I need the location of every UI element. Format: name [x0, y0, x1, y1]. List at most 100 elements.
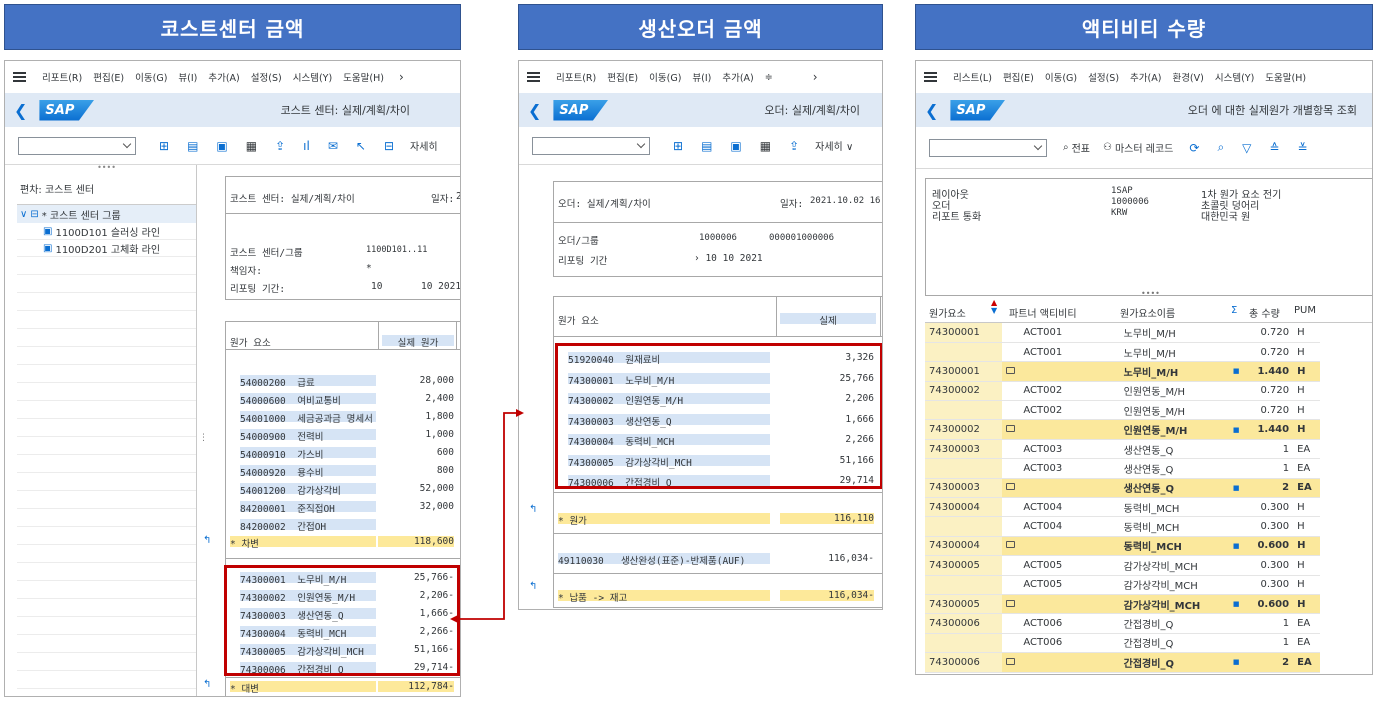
expand-icon[interactable]: ↰	[203, 679, 211, 690]
expand-icon[interactable]: ↰	[529, 581, 537, 592]
hierarchy-icon[interactable]: ▣	[730, 139, 741, 153]
expand-icon[interactable]: ↰	[203, 535, 211, 546]
table-row[interactable]: 74300006 간접경비_Q ■ 2 EA	[925, 652, 1320, 673]
cost-row-label[interactable]: 84200001 준직접OH	[240, 501, 376, 515]
document-button[interactable]: 전표	[1072, 140, 1090, 155]
search-icon[interactable]: ⌕	[1063, 142, 1069, 153]
master-record-button[interactable]: 마스터 레코드	[1115, 140, 1173, 155]
more-button[interactable]: 자세히	[410, 138, 438, 153]
menu-item[interactable]: 시스템(Y)	[1215, 70, 1254, 84]
table-row[interactable]: 74300005 ACT005 감가상각비_MCH 0.300 H	[925, 555, 1320, 576]
menu-item[interactable]: 리포트(R)	[42, 70, 82, 84]
expand-icon[interactable]: ↰	[529, 504, 537, 515]
subtotal-icon[interactable]	[1006, 366, 1016, 374]
cost-row-label[interactable]: 54000900 전력비	[240, 429, 376, 443]
sort-ascending-icon[interactable]: ≙	[1269, 141, 1279, 155]
vertical-splitter[interactable]: ⋮	[199, 433, 208, 443]
refresh-icon[interactable]: ⟳	[1189, 141, 1199, 155]
cost-row-label[interactable]: 54000600 여비교통비	[240, 393, 376, 407]
table-row[interactable]: ACT005 감가상각비_MCH 0.300 H	[925, 575, 1320, 595]
table-row[interactable]: ACT006 간접경비_Q 1 EA	[925, 633, 1320, 654]
cost-row-label[interactable]: 54000920 용수비	[240, 465, 376, 479]
splitter-handle[interactable]: ••••	[17, 164, 196, 173]
subtotal-icon[interactable]	[1006, 599, 1016, 607]
order-group-from[interactable]: 1000006	[699, 233, 737, 244]
chevron-right-icon[interactable]: ›	[813, 70, 818, 84]
tree-item[interactable]: ▣ 1100D101 슬러싱 라인	[17, 223, 196, 240]
variant-select[interactable]	[929, 138, 1047, 157]
menu-item[interactable]: 환경(V)	[1172, 70, 1203, 84]
grid-icon[interactable]: ▦	[760, 139, 771, 153]
grid-icon[interactable]: ▦	[246, 139, 257, 153]
table-row[interactable]: 74300004 동력비_MCH ■ 0.600 H	[925, 536, 1320, 557]
menu-item[interactable]: 뷰(I)	[178, 70, 197, 84]
order-group-to[interactable]: 000001000006	[769, 233, 834, 244]
table-row[interactable]: ACT003 생산연동_Q 1 EA	[925, 458, 1320, 479]
more-button[interactable]: 자세히 ∨	[815, 138, 853, 153]
menu-item[interactable]: 편집(E)	[607, 70, 638, 84]
menu-item[interactable]: 도움말(H)	[1265, 70, 1306, 84]
menu-item[interactable]: 추가(A)	[1130, 70, 1161, 84]
export-icon[interactable]: ⇪	[789, 139, 799, 153]
document-icon[interactable]: ▤	[701, 139, 712, 153]
col-cost-element-name[interactable]: 원가요소이름	[1120, 305, 1175, 320]
menu-icon[interactable]	[13, 72, 26, 82]
cursor-icon[interactable]: ↖	[356, 139, 366, 153]
chart-icon[interactable]: ıl	[303, 139, 310, 153]
menu-item[interactable]: 리포트(R)	[556, 70, 596, 84]
table-row[interactable]: ACT001 노무비_M/H 0.720 H	[925, 342, 1320, 363]
tree-icon[interactable]: ⊞	[159, 139, 169, 153]
export-icon[interactable]: ⇪	[275, 139, 285, 153]
subtotal-icon[interactable]	[1006, 657, 1016, 665]
variant-select[interactable]	[532, 136, 650, 155]
menu-icon[interactable]	[924, 72, 937, 82]
table-row[interactable]: ACT002 인원연동_M/H 0.720 H	[925, 400, 1320, 421]
mail-icon[interactable]: ✉	[328, 139, 338, 153]
menu-item[interactable]: 추가(A)	[722, 70, 753, 84]
filter-icon[interactable]: ▽	[1242, 141, 1251, 155]
subtotal-icon[interactable]	[1006, 483, 1016, 491]
tree-root[interactable]: ∨ ⊟ * 코스트 센터 그룹	[17, 205, 196, 223]
col-cost-element[interactable]: 원가요소	[929, 305, 966, 320]
cost-row-label[interactable]: 54001200 감가상각비	[240, 483, 376, 497]
menu-item[interactable]: 도움말(H)	[343, 70, 384, 84]
col-partner-activity[interactable]: 파트너 액티비티	[1009, 305, 1077, 320]
menu-item[interactable]: 뷰(I)	[692, 70, 711, 84]
table-row[interactable]: 74300003 생산연동_Q ■ 2 EA	[925, 478, 1320, 499]
chevron-down-icon[interactable]: ∨	[20, 209, 27, 220]
cost-row-label[interactable]: 54000200 급료	[240, 375, 376, 389]
col-pum[interactable]: PUM	[1294, 305, 1316, 316]
variant-select[interactable]	[18, 136, 136, 155]
subtotal-icon[interactable]	[1006, 425, 1016, 433]
cost-row-label[interactable]: 84200002 간접OH	[240, 519, 376, 533]
menu-item[interactable]: 이동(G)	[135, 70, 167, 84]
chevron-right-icon[interactable]: ›	[399, 70, 404, 84]
col-total-qty[interactable]: 총 수량	[1249, 305, 1280, 320]
table-row[interactable]: 74300002 ACT002 인원연동_M/H 0.720 H	[925, 381, 1320, 402]
cost-row-label[interactable]: 54001000 세금공과금 명세서	[240, 411, 376, 425]
menu-item[interactable]: 편집(E)	[1003, 70, 1034, 84]
table-row[interactable]: 74300002 인원연동_M/H ■ 1.440 H	[925, 419, 1320, 440]
table-row[interactable]: 74300001 노무비_M/H ■ 1.440 H	[925, 361, 1320, 382]
cost-row-label[interactable]: 54000910 가스비	[240, 447, 376, 461]
menu-item[interactable]: 설정(S)	[251, 70, 282, 84]
sort-descending-icon[interactable]: ≚	[1297, 141, 1307, 155]
filter-icon[interactable]: ≑	[765, 72, 773, 83]
sum-icon[interactable]: Σ	[1231, 305, 1237, 316]
table-row[interactable]: ACT004 동력비_MCH 0.300 H	[925, 516, 1320, 537]
table-row[interactable]: 74300001 ACT001 노무비_M/H 0.720 H	[925, 323, 1320, 343]
subtotal-icon[interactable]	[1006, 541, 1016, 549]
menu-icon[interactable]	[527, 72, 540, 82]
hierarchy-icon[interactable]: ▣	[216, 139, 227, 153]
tree-icon[interactable]: ⊞	[673, 139, 683, 153]
back-icon[interactable]: ❮	[528, 101, 541, 120]
back-icon[interactable]: ❮	[14, 101, 27, 120]
table-row[interactable]: 74300006 ACT006 간접경비_Q 1 EA	[925, 613, 1320, 634]
menu-item[interactable]: 설정(S)	[1088, 70, 1119, 84]
sort-icon[interactable]: ▲ ▼	[991, 299, 997, 315]
tree-item[interactable]: ▣ 1100D201 고체화 라인	[17, 240, 196, 257]
menu-item[interactable]: 추가(A)	[208, 70, 239, 84]
menu-item[interactable]: 이동(G)	[1045, 70, 1077, 84]
table-icon[interactable]: ⊟	[384, 139, 394, 153]
menu-item[interactable]: 리스트(L)	[953, 70, 992, 84]
